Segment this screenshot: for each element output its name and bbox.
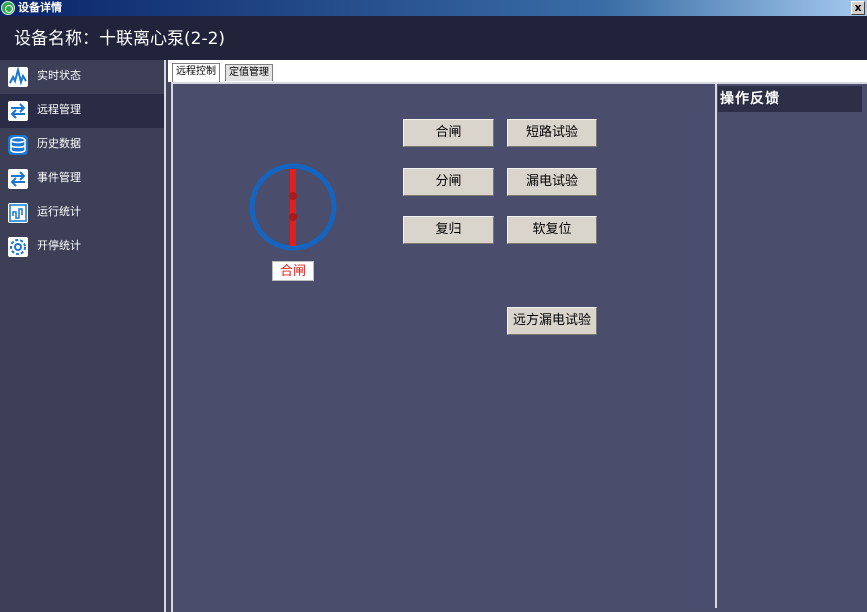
sidebar-item-start-stop-statistics[interactable]: 开停统计 <box>0 230 164 264</box>
sidebar-item-realtime-status[interactable]: 实时状态 <box>0 60 164 94</box>
waveform-icon <box>8 67 28 87</box>
sidebar-item-label: 运行统计 <box>37 205 81 218</box>
sidebar: 实时状态 远程管理 历史数据 事件管理 运行统计 开停统计 <box>0 60 166 612</box>
sidebar-item-label: 事件管理 <box>37 171 81 184</box>
sidebar-item-label: 历史数据 <box>37 137 81 150</box>
chart-icon <box>8 203 28 223</box>
breaker-contact-dot <box>289 213 297 221</box>
leakage-test-button[interactable]: 漏电试验 <box>507 168 597 196</box>
operation-feedback-title: 操作反馈 <box>718 86 862 112</box>
sidebar-item-label: 远程管理 <box>37 103 81 116</box>
soft-reset-button[interactable]: 软复位 <box>507 216 597 244</box>
gear-icon <box>8 237 28 257</box>
device-header: 设备名称：十联离心泵(2-2) <box>0 16 867 60</box>
remote-control-panel <box>171 82 867 612</box>
sidebar-item-run-statistics[interactable]: 运行统计 <box>0 196 164 230</box>
open-breaker-button[interactable]: 分闸 <box>403 168 494 196</box>
arrows-exchange-icon <box>8 101 28 121</box>
sidebar-item-remote-management[interactable]: 远程管理 <box>0 94 164 128</box>
sidebar-item-event-management[interactable]: 事件管理 <box>0 162 164 196</box>
app-icon <box>1 1 15 15</box>
tab-strip: 远程控制 定值管理 <box>168 60 867 82</box>
tab-remote-control[interactable]: 远程控制 <box>172 63 220 82</box>
panel-divider <box>715 84 717 608</box>
reset-button[interactable]: 复归 <box>403 216 494 244</box>
breaker-status-label: 合闸 <box>272 261 314 281</box>
arrows-exchange-icon <box>8 169 28 189</box>
device-name: 设备名称：十联离心泵(2-2) <box>14 29 226 49</box>
database-icon <box>8 135 28 155</box>
close-button[interactable]: x <box>851 1 865 15</box>
window-title-bar: 设备详情 x <box>0 0 867 16</box>
short-circuit-test-button[interactable]: 短路试验 <box>507 119 597 147</box>
tab-setting-management[interactable]: 定值管理 <box>225 64 273 81</box>
window-title: 设备详情 <box>18 1 62 14</box>
breaker-contact-dot <box>289 192 297 200</box>
sidebar-item-label: 开停统计 <box>37 239 81 252</box>
breaker-status-indicator <box>249 163 337 251</box>
remote-leakage-test-button[interactable]: 远方漏电试验 <box>507 307 597 335</box>
sidebar-item-label: 实时状态 <box>37 69 81 82</box>
sidebar-item-history-data[interactable]: 历史数据 <box>0 128 164 162</box>
close-breaker-button[interactable]: 合闸 <box>403 119 494 147</box>
